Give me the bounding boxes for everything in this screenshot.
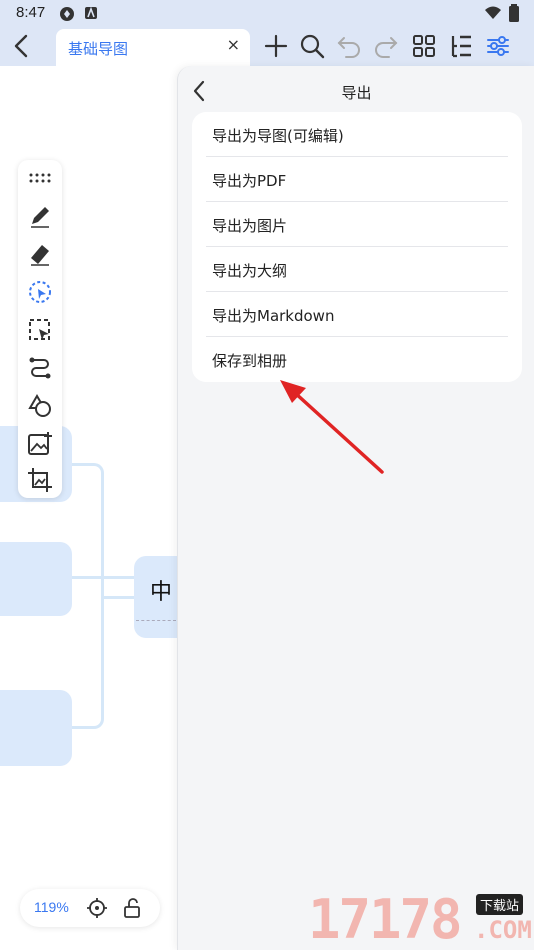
annotation-arrow — [280, 380, 384, 474]
undo-icon[interactable] — [335, 32, 363, 60]
outline-icon[interactable] — [447, 32, 475, 60]
mindmap-node[interactable] — [0, 542, 72, 616]
eraser-icon[interactable] — [26, 240, 54, 268]
search-icon[interactable] — [298, 32, 326, 60]
tab-title: 基础导图 — [68, 40, 129, 58]
item-label: 导出为大纲 — [212, 262, 288, 280]
redo-icon[interactable] — [372, 32, 400, 60]
more-dots-icon[interactable] — [26, 164, 54, 192]
export-markdown-item[interactable]: 导出为Markdown — [192, 292, 522, 337]
export-pdf-item[interactable]: 导出为PDF — [192, 157, 522, 202]
node-connector — [72, 463, 104, 729]
mindmap-node[interactable] — [0, 690, 72, 766]
zoom-controls: 119% — [20, 889, 160, 927]
top-bar: 基础导图 × — [0, 26, 534, 66]
item-label: 导出为PDF — [212, 172, 287, 190]
node-connector — [104, 596, 134, 599]
node-divider — [136, 620, 176, 621]
unlock-icon[interactable] — [122, 897, 142, 919]
export-panel: 导出 导出为导图(可编辑) 导出为PDF 导出为图片 导出为大纲 导出为Mark… — [177, 66, 534, 950]
drawing-toolbar — [18, 160, 62, 498]
back-icon[interactable] — [8, 30, 38, 62]
center-topic-text: 中 — [150, 580, 173, 605]
watermark-badge: 下载站 — [476, 894, 524, 915]
status-bar: 8:47 — [0, 0, 534, 26]
pen-icon[interactable] — [26, 202, 54, 230]
export-image-item[interactable]: 导出为图片 — [192, 202, 522, 247]
export-options-list: 导出为导图(可编辑) 导出为PDF 导出为图片 导出为大纲 导出为Markdow… — [192, 112, 522, 382]
app-notification-icon — [85, 6, 97, 19]
settings-sliders-icon[interactable] — [484, 32, 512, 60]
item-label: 导出为导图(可编辑) — [212, 127, 344, 145]
shapes-icon[interactable] — [26, 392, 54, 420]
add-image-icon[interactable] — [26, 430, 54, 458]
export-mindmap-item[interactable]: 导出为导图(可编辑) — [192, 112, 522, 157]
sync-status-icon — [60, 7, 74, 21]
watermark-suffix: .COM — [474, 916, 532, 944]
wifi-icon — [485, 6, 501, 19]
document-tab[interactable]: 基础导图 × — [56, 29, 250, 66]
box-select-icon[interactable] — [26, 316, 54, 344]
zoom-level[interactable]: 119% — [34, 899, 69, 915]
watermark-digits: 17178 — [308, 888, 463, 950]
add-icon[interactable] — [262, 32, 290, 60]
item-label: 导出为图片 — [212, 217, 288, 235]
grid-icon[interactable] — [410, 32, 438, 60]
panel-title: 导出 — [341, 84, 372, 102]
status-time: 8:47 — [16, 4, 46, 21]
lasso-select-icon[interactable] — [26, 278, 54, 306]
connector-icon[interactable] — [26, 354, 54, 382]
battery-icon — [509, 4, 519, 22]
item-label: 导出为Markdown — [212, 307, 335, 325]
site-watermark: 17178 下载站 .COM — [308, 888, 534, 950]
item-label: 保存到相册 — [212, 352, 288, 370]
image-crop-icon[interactable] — [26, 466, 54, 494]
locate-center-icon[interactable] — [86, 897, 108, 919]
close-tab-button[interactable]: × — [227, 35, 240, 54]
node-connector — [72, 576, 134, 579]
export-outline-item[interactable]: 导出为大纲 — [192, 247, 522, 292]
